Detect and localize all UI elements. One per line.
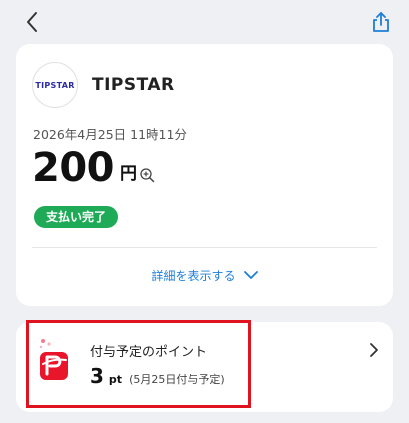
currency-label: 円	[120, 164, 137, 184]
merchant-name: TIPSTAR	[92, 75, 175, 95]
share-icon	[373, 12, 389, 32]
chevron-left-icon	[27, 12, 37, 32]
merchant-logo: TIPSTAR	[32, 62, 78, 108]
chevron-right-icon[interactable]	[369, 342, 379, 358]
show-details-label: 詳細を表示する	[151, 269, 236, 283]
points-label: 付与予定のポイント	[90, 345, 208, 360]
top-bar	[0, 0, 409, 44]
merchant-logo-text: TIPSTAR	[35, 80, 75, 90]
paypay-icon	[39, 339, 68, 380]
points-unit: pt	[108, 373, 123, 386]
back-button[interactable]	[18, 8, 46, 36]
payment-datetime: 2026年4月25日 11時11分	[33, 127, 187, 142]
amount-row: 200 円	[32, 144, 155, 192]
share-button[interactable]	[367, 8, 395, 36]
points-value: 3	[90, 364, 104, 388]
zoom-in-icon[interactable]	[139, 167, 155, 183]
merchant-header: TIPSTAR TIPSTAR	[32, 62, 175, 108]
points-grant-date: (5月25日付与予定)	[129, 373, 225, 386]
status-badge: 支払い完了	[34, 206, 119, 228]
chevron-down-icon	[243, 271, 258, 279]
payment-amount: 200	[32, 145, 115, 191]
points-value-row: 3 pt (5月25日付与予定)	[90, 364, 225, 388]
divider	[32, 247, 377, 248]
payment-summary-card: TIPSTAR TIPSTAR 2026年4月25日 11時11分 200 円 …	[16, 44, 393, 306]
show-details-button[interactable]: 詳細を表示する	[16, 267, 393, 284]
